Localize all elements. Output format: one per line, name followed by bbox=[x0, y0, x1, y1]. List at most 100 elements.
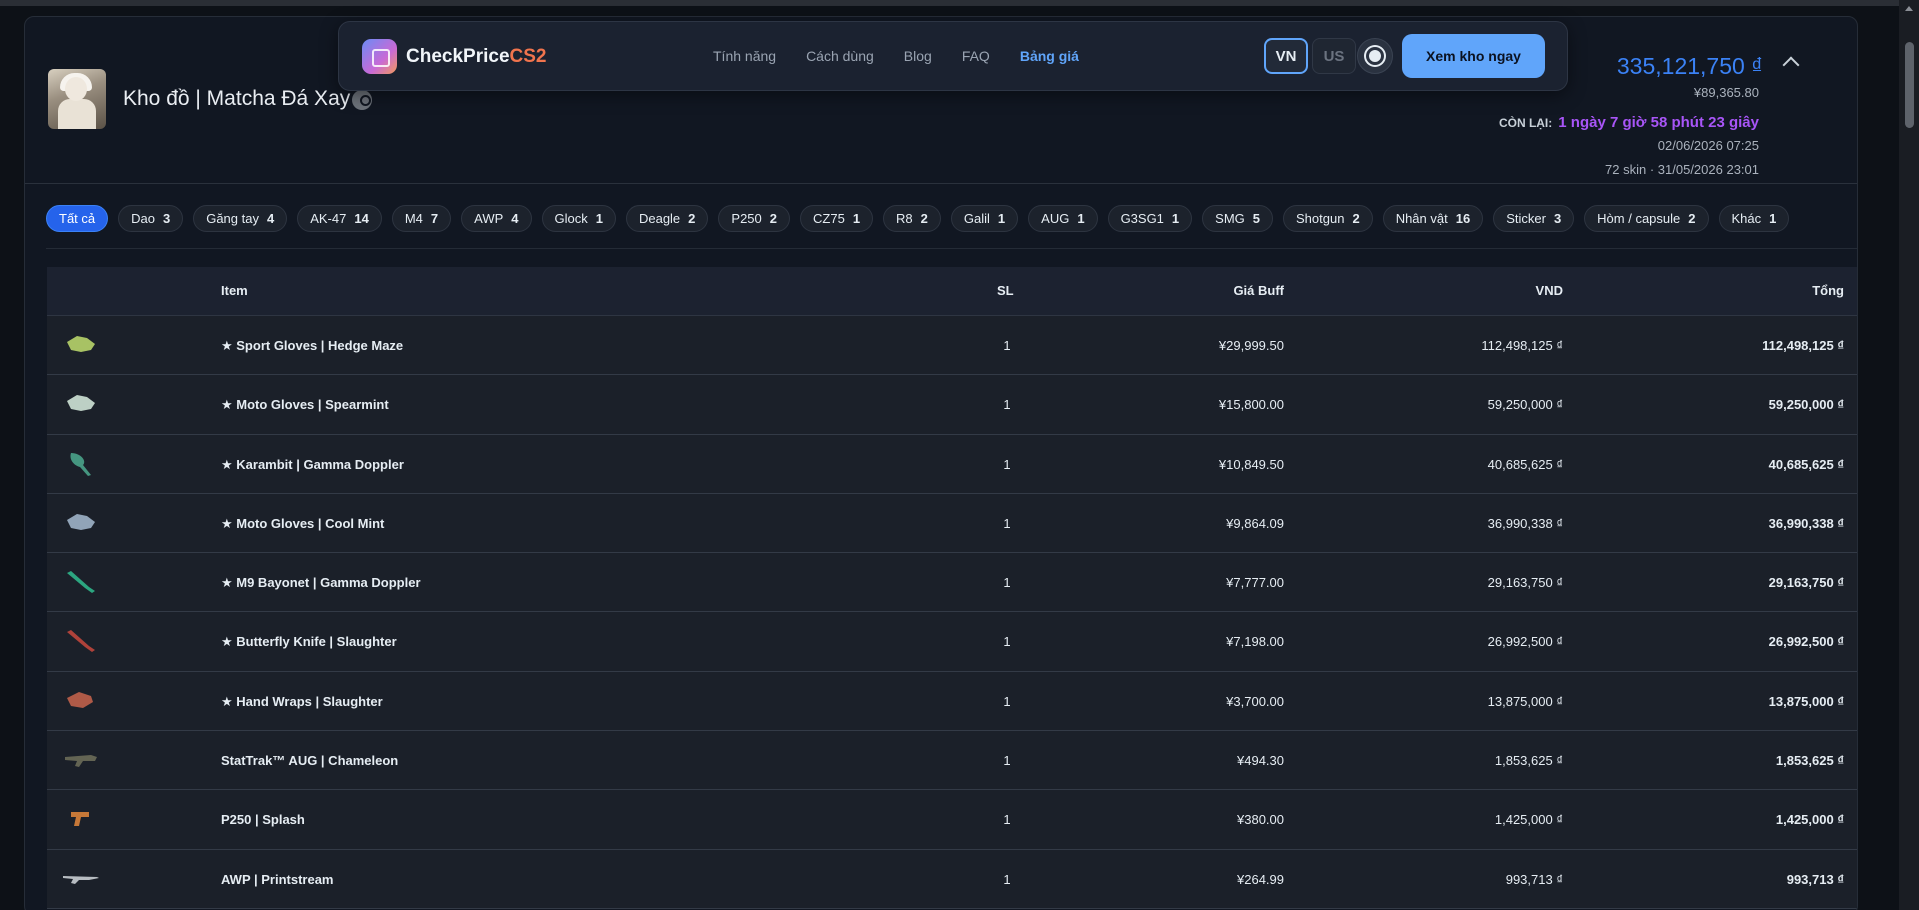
filter-chip[interactable]: Tất cả bbox=[46, 205, 109, 232]
filter-chip[interactable]: AWP 4 bbox=[461, 205, 532, 232]
item-buff-price: ¥7,198.00 bbox=[1226, 634, 1284, 650]
filter-chip-count: 5 bbox=[1252, 211, 1261, 226]
filter-chip[interactable]: AK-47 14 bbox=[297, 205, 382, 232]
item-quantity: 1 bbox=[1003, 456, 1011, 472]
filter-chips: Tất cả Dao 3 Găng tay 4 AK-47 14 M4 7 AWP 4 Glock 1 D… bbox=[46, 205, 1799, 232]
filter-chip[interactable]: Găng tay 4 bbox=[193, 205, 288, 232]
filter-chip-count: 1 bbox=[997, 211, 1006, 226]
table-row[interactable]: StatTrak™ AUG | Chameleon 1 ¥494.30 1,853,6… bbox=[47, 731, 1857, 791]
item-name: AWP | Printstream bbox=[221, 871, 334, 887]
item-name: ★ Moto Gloves | Cool Mint bbox=[221, 515, 385, 531]
filter-chip[interactable]: Shotgun 2 bbox=[1283, 205, 1373, 232]
avatar bbox=[48, 69, 106, 129]
filter-chip[interactable]: Nhân vật 16 bbox=[1382, 205, 1484, 232]
nav-link-usage[interactable]: Cách dùng bbox=[806, 48, 874, 64]
item-total: 13,875,000 ₫ bbox=[1768, 693, 1844, 709]
logo-icon[interactable] bbox=[362, 39, 397, 74]
steam-icon[interactable] bbox=[352, 90, 372, 110]
filter-chip-count: 4 bbox=[266, 211, 275, 226]
item-name: StatTrak™ AUG | Chameleon bbox=[221, 753, 399, 769]
table-row[interactable]: ★ Hand Wraps | Slaughter 1 ¥3,700.00 13,875… bbox=[47, 671, 1857, 732]
filter-chip-label: AK-47 bbox=[310, 211, 347, 226]
table-row[interactable]: ★ Moto Gloves | Spearmint 1 ¥15,800.00 59,2… bbox=[47, 375, 1857, 435]
filter-chip[interactable]: P250 2 bbox=[718, 205, 791, 232]
header-sl: SL bbox=[997, 283, 1014, 298]
view-inventory-button[interactable]: Xem kho ngay bbox=[1402, 34, 1545, 78]
theme-toggle-button[interactable] bbox=[1357, 38, 1393, 74]
scrollbar[interactable] bbox=[1899, 0, 1919, 910]
filter-chip-count: 16 bbox=[1455, 211, 1471, 226]
nav-link-blog[interactable]: Blog bbox=[904, 48, 932, 64]
nav-link-faq[interactable]: FAQ bbox=[962, 48, 990, 64]
karambit-icon bbox=[61, 447, 101, 479]
filter-chip[interactable]: Galil 1 bbox=[950, 205, 1019, 232]
filter-chip[interactable]: G3SG1 1 bbox=[1107, 205, 1193, 232]
filter-chip[interactable]: Dao 3 bbox=[118, 205, 184, 232]
item-name: ★ Butterfly Knife | Slaughter bbox=[221, 634, 397, 650]
filter-chip[interactable]: AUG 1 bbox=[1028, 205, 1098, 232]
filter-chip-label: Shotgun bbox=[1296, 211, 1345, 226]
item-name: ★ Hand Wraps | Slaughter bbox=[221, 693, 383, 709]
filter-chip-label: Hòm / capsule bbox=[1597, 211, 1681, 226]
filter-chip-count: 3 bbox=[1553, 211, 1562, 226]
filter-chip-count: 2 bbox=[688, 211, 696, 226]
filter-chip-label: R8 bbox=[896, 211, 913, 226]
filter-chip[interactable]: R8 2 bbox=[883, 205, 941, 232]
item-vnd-price: 1,425,000 ₫ bbox=[1494, 812, 1563, 828]
table-row[interactable]: ★ Moto Gloves | Cool Mint 1 ¥9,864.09 36,99… bbox=[47, 493, 1857, 554]
item-buff-price: ¥10,849.50 bbox=[1218, 456, 1284, 472]
lang-vn-button[interactable]: VN bbox=[1264, 38, 1308, 74]
filter-chip-count: 2 bbox=[920, 211, 928, 226]
rifle-icon bbox=[61, 743, 101, 775]
item-buff-price: ¥264.99 bbox=[1237, 871, 1284, 887]
item-buff-price: ¥15,800.00 bbox=[1218, 397, 1284, 413]
filter-chip-count: 1 bbox=[1077, 211, 1085, 226]
item-vnd-price: 40,685,625 ₫ bbox=[1487, 456, 1563, 472]
item-name: P250 | Splash bbox=[221, 812, 305, 828]
items-table: Item SL Giá Buff VND Tổng ★ Sport Gloves… bbox=[47, 267, 1857, 909]
filter-chip[interactable]: Glock 1 bbox=[541, 205, 616, 232]
item-total: 36,990,338 ₫ bbox=[1768, 515, 1844, 531]
item-buff-price: ¥7,777.00 bbox=[1226, 575, 1284, 591]
item-total: 40,685,625 ₫ bbox=[1768, 456, 1844, 472]
filter-chip[interactable]: Deagle 2 bbox=[625, 205, 709, 232]
nav-link-pricing[interactable]: Bảng giá bbox=[1020, 48, 1079, 64]
item-name: ★ Moto Gloves | Spearmint bbox=[221, 397, 389, 413]
filter-chip[interactable]: Khác 1 bbox=[1718, 205, 1790, 232]
filter-chip-count: 7 bbox=[430, 211, 439, 226]
header-total: Tổng bbox=[1812, 283, 1844, 298]
brand-logo[interactable]: CheckPriceCS2 bbox=[406, 46, 546, 68]
filter-chip-label: Deagle bbox=[638, 211, 681, 226]
scrollbar-thumb[interactable] bbox=[1905, 42, 1914, 128]
filter-chip-label: M4 bbox=[404, 211, 423, 226]
lang-us-button[interactable]: US bbox=[1312, 38, 1356, 74]
table-row[interactable]: ★ M9 Bayonet | Gamma Doppler 1 ¥7,777.00 29… bbox=[47, 553, 1857, 613]
item-buff-price: ¥29,999.50 bbox=[1218, 338, 1284, 353]
filter-chip[interactable]: CZ75 1 bbox=[800, 205, 874, 232]
filter-chip[interactable]: Hòm / capsule 2 bbox=[1584, 205, 1709, 232]
item-vnd-price: 1,853,625 ₫ bbox=[1494, 753, 1563, 769]
knife-icon bbox=[61, 565, 101, 597]
filter-chip-count: 1 bbox=[1171, 211, 1180, 226]
table-row[interactable]: ★ Sport Gloves | Hedge Maze 1 ¥29,999.50 11… bbox=[47, 316, 1857, 376]
remaining-time: CÒN LẠI: 1 ngày 7 giờ 58 phút 23 giây bbox=[1499, 114, 1759, 131]
table-row[interactable]: P250 | Splash 1 ¥380.00 1,425,000 ₫ 1,425,00… bbox=[47, 790, 1857, 850]
table-row[interactable]: AWP | Printstream 1 ¥264.99 993,713 ₫ 993,71… bbox=[47, 849, 1857, 909]
item-quantity: 1 bbox=[1003, 397, 1011, 413]
total-vnd: 335,121,750 ₫ bbox=[1616, 53, 1763, 79]
filter-chip[interactable]: Sticker 3 bbox=[1493, 205, 1575, 232]
brand-accent: CS2 bbox=[509, 46, 547, 67]
table-row[interactable]: ★ Butterfly Knife | Slaughter 1 ¥7,198.00 2… bbox=[47, 612, 1857, 672]
chevron-up-icon[interactable] bbox=[1782, 56, 1800, 74]
item-total: 112,498,125 ₫ bbox=[1762, 338, 1844, 353]
item-quantity: 1 bbox=[1003, 871, 1011, 887]
filter-chip[interactable]: M4 7 bbox=[391, 205, 452, 232]
item-name: ★ Sport Gloves | Hedge Maze bbox=[221, 338, 404, 353]
scroll-up-icon[interactable] bbox=[1905, 6, 1913, 11]
item-buff-price: ¥3,700.00 bbox=[1226, 693, 1284, 709]
item-quantity: 1 bbox=[1003, 575, 1011, 591]
table-row[interactable]: ★ Karambit | Gamma Doppler 1 ¥10,849.50 40,… bbox=[47, 434, 1857, 494]
filter-chip[interactable]: SMG 5 bbox=[1202, 205, 1274, 232]
nav-link-features[interactable]: Tính năng bbox=[713, 48, 776, 64]
header-item: Item bbox=[221, 283, 248, 298]
